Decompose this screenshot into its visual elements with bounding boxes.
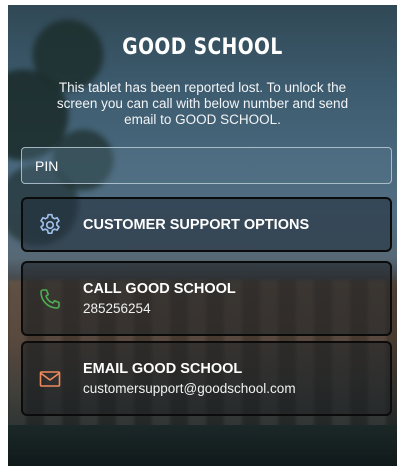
envelope-icon (37, 366, 63, 392)
email-label: EMAIL GOOD SCHOOL (83, 361, 243, 377)
customer-support-button[interactable]: CUSTOMER SUPPORT OPTIONS (21, 197, 392, 252)
phone-number: 285256254 (83, 301, 151, 316)
phone-icon (37, 286, 63, 312)
gear-icon (37, 212, 63, 238)
lock-screen: GOOD SCHOOL This tablet has been reporte… (8, 5, 397, 466)
call-text: CALL GOOD SCHOOL 285256254 (83, 281, 382, 316)
support-label: CUSTOMER SUPPORT OPTIONS (83, 216, 310, 233)
call-school-button[interactable]: CALL GOOD SCHOOL 285256254 (21, 261, 392, 336)
support-text: CUSTOMER SUPPORT OPTIONS (83, 217, 382, 233)
pin-input[interactable] (21, 147, 392, 184)
email-school-button[interactable]: EMAIL GOOD SCHOOL customersupport@goodsc… (21, 341, 392, 416)
email-address: customersupport@goodschool.com (83, 381, 296, 396)
email-text: EMAIL GOOD SCHOOL customersupport@goodsc… (83, 361, 382, 396)
call-label: CALL GOOD SCHOOL (83, 281, 236, 297)
lost-message: This tablet has been reported lost. To u… (56, 80, 349, 127)
school-title: GOOD SCHOOL (122, 35, 283, 60)
